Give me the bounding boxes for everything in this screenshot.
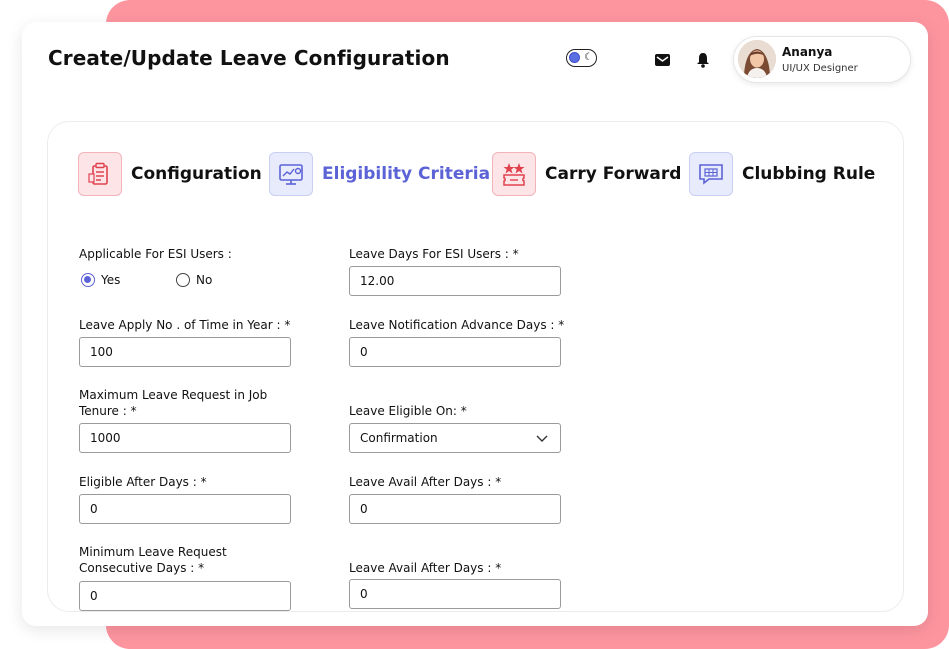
moon-icon: ☾ xyxy=(584,52,593,63)
eligible-on-label: Leave Eligible On: * xyxy=(349,404,467,418)
user-profile[interactable]: Ananya UI/UX Designer xyxy=(733,36,911,83)
apply-times-input[interactable]: 100 xyxy=(79,337,291,367)
leave-days-esi-input[interactable]: 12.00 xyxy=(349,266,561,296)
tab-clubbing-rule[interactable]: Clubbing Rule xyxy=(689,152,875,196)
theme-toggle[interactable]: ☾ xyxy=(566,49,597,67)
tab-carry-forward[interactable]: Carry Forward xyxy=(492,152,681,196)
notification-days-label: Leave Notification Advance Days : * xyxy=(349,318,565,332)
calendar-chat-icon xyxy=(689,152,733,196)
esi-no-radio[interactable]: No xyxy=(176,273,212,287)
apply-times-label: Leave Apply No . of Time in Year : * xyxy=(79,318,291,332)
max-request-label-line1: Maximum Leave Request in Job xyxy=(79,388,268,402)
chevron-down-icon xyxy=(536,435,548,442)
user-name: Ananya xyxy=(782,45,833,59)
min-consecutive-label-line2: Consecutive Days : * xyxy=(79,561,205,575)
avail-after-label-2: Leave Avail After Days : * xyxy=(349,561,502,575)
tab-eligibility-criteria[interactable]: Eligibility Criteria xyxy=(269,152,490,196)
esi-users-label: Applicable For ESI Users : xyxy=(79,247,232,261)
max-request-input[interactable]: 1000 xyxy=(79,423,291,453)
radio-dot xyxy=(81,273,95,287)
bell-icon[interactable] xyxy=(694,51,712,69)
award-ticket-icon xyxy=(492,152,536,196)
leave-days-esi-label: Leave Days For ESI Users : * xyxy=(349,247,519,261)
clipboard-list-icon xyxy=(78,152,122,196)
min-consecutive-label-line1: Minimum Leave Request xyxy=(79,545,227,559)
mail-icon[interactable] xyxy=(653,51,671,69)
radio-label: Yes xyxy=(101,273,121,287)
page-title: Create/Update Leave Configuration xyxy=(48,46,450,70)
min-consecutive-input[interactable]: 0 xyxy=(79,581,291,611)
eligible-after-input[interactable]: 0 xyxy=(79,494,291,524)
monitor-chart-icon xyxy=(269,152,313,196)
eligible-after-label: Eligible After Days : * xyxy=(79,475,207,489)
eligible-on-select[interactable]: Confirmation xyxy=(349,423,561,453)
tab-label: Configuration xyxy=(131,164,262,184)
main-card: Create/Update Leave Configuration ☾ Anan… xyxy=(22,22,928,626)
tab-label: Carry Forward xyxy=(545,164,682,184)
notification-days-input[interactable]: 0 xyxy=(349,337,561,367)
avail-after-input[interactable]: 0 xyxy=(349,494,561,524)
avail-after-label: Leave Avail After Days : * xyxy=(349,475,502,489)
esi-yes-radio[interactable]: Yes xyxy=(81,273,120,287)
user-role: UI/UX Designer xyxy=(782,63,858,74)
tab-label: Eligibility Criteria xyxy=(322,164,491,184)
radio-dot xyxy=(176,273,190,287)
avail-after-input-2[interactable]: 0 xyxy=(349,579,561,609)
tab-configuration[interactable]: Configuration xyxy=(78,152,262,196)
form-panel: Configuration Eligibility Criteria Carry… xyxy=(47,121,904,612)
radio-label: No xyxy=(196,273,213,287)
tab-label: Clubbing Rule xyxy=(742,164,876,184)
eligible-on-value: Confirmation xyxy=(360,431,438,445)
toggle-knob xyxy=(569,52,580,63)
avatar xyxy=(738,40,776,78)
max-request-label-line2: Tenure : * xyxy=(79,404,137,418)
